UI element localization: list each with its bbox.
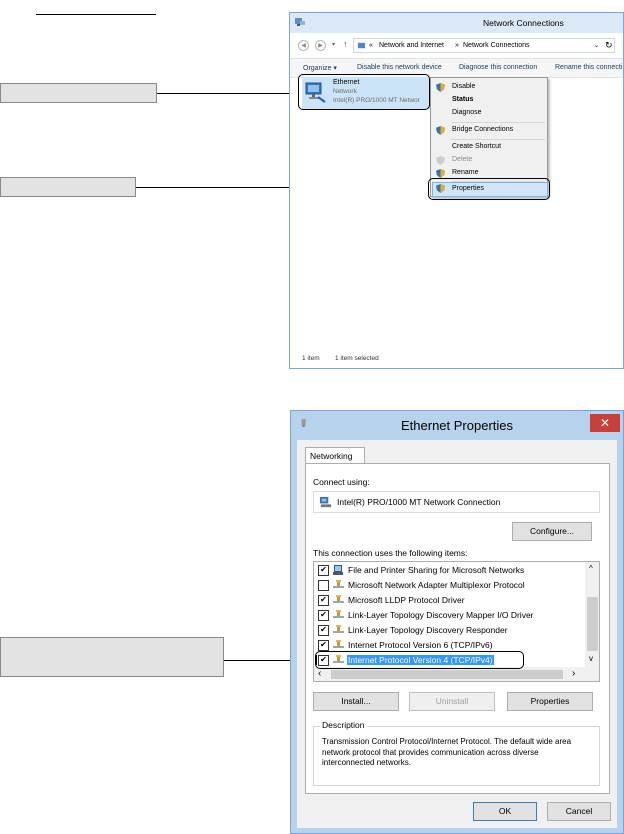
- scroll-right-icon[interactable]: ›: [572, 668, 575, 679]
- list-item[interactable]: ✔ File and Printer Sharing for Microsoft …: [314, 563, 584, 578]
- vertical-scrollbar[interactable]: ^ v: [585, 562, 599, 667]
- dialog-client-area: Networking Connect using: Intel(R) PRO/1…: [297, 440, 617, 828]
- shield-icon: [436, 126, 445, 135]
- diagnose-button[interactable]: Diagnose this connection: [459, 64, 537, 71]
- menu-item-disable[interactable]: Disable: [452, 83, 475, 90]
- list-item[interactable]: ✔ Microsoft LLDP Protocol Driver: [314, 593, 584, 608]
- item-label: Microsoft LLDP Protocol Driver: [348, 595, 465, 605]
- menu-item-bridge-connections[interactable]: Bridge Connections: [452, 126, 513, 133]
- header-underline: [36, 14, 156, 15]
- item-checkbox[interactable]: ✔: [318, 565, 329, 576]
- window-titlebar[interactable]: Network Connections: [290, 13, 623, 33]
- items-label: This connection uses the following items…: [313, 548, 468, 558]
- item-label: Link-Layer Topology Discovery Responder: [348, 625, 508, 635]
- close-button[interactable]: ✕: [590, 414, 620, 432]
- item-checkbox[interactable]: ✔: [318, 640, 329, 651]
- breadcrumb-sep-start: «: [369, 42, 373, 49]
- dialog-titlebar[interactable]: Ethernet Properties: [291, 411, 623, 439]
- network-component-icon: [333, 625, 344, 633]
- shield-icon: [436, 156, 445, 165]
- highlight-ring-properties: [428, 178, 550, 200]
- adapter-field: Intel(R) PRO/1000 MT Network Connection: [313, 491, 600, 513]
- properties-button[interactable]: Properties: [507, 692, 593, 711]
- shield-icon: [436, 83, 445, 92]
- network-component-icon: [333, 640, 344, 648]
- menu-item-delete[interactable]: Delete: [452, 156, 472, 163]
- tab-panel: Connect using: Intel(R) PRO/1000 MT Netw…: [305, 463, 610, 794]
- dropdown-chevron-icon[interactable]: ⌄: [594, 42, 599, 49]
- menu-item-create-shortcut[interactable]: Create Shortcut: [452, 143, 501, 150]
- item-label: Microsoft Network Adapter Multiplexor Pr…: [348, 580, 525, 590]
- forward-arrow-icon[interactable]: ▶: [315, 40, 326, 51]
- install-button[interactable]: Install...: [313, 692, 399, 711]
- file-printer-sharing-icon: [333, 565, 343, 575]
- callout-box-properties: [0, 177, 136, 197]
- callout-box-ipv4: [0, 637, 224, 677]
- item-checkbox[interactable]: ✔: [318, 625, 329, 636]
- callout-box-ethernet: [0, 83, 157, 103]
- selected-count: 1 item selected: [335, 355, 379, 362]
- scroll-left-icon[interactable]: ‹: [318, 668, 321, 679]
- item-label: Link-Layer Topology Discovery Mapper I/O…: [348, 610, 534, 620]
- highlight-ring-ethernet: [298, 74, 430, 110]
- item-count: 1 item: [302, 355, 320, 362]
- rename-connection-button[interactable]: Rename this connecti: [555, 64, 622, 71]
- menu-separator: [451, 139, 545, 140]
- list-item[interactable]: ✔ Link-Layer Topology Discovery Responder: [314, 623, 584, 638]
- uninstall-button[interactable]: Uninstall: [409, 692, 495, 711]
- scroll-up-icon[interactable]: ^: [589, 564, 593, 573]
- callout-line-ethernet: [157, 93, 299, 94]
- scroll-thumb[interactable]: [587, 597, 598, 651]
- up-arrow-icon[interactable]: ↑: [343, 39, 348, 49]
- address-field[interactable]: « Network and Internet » Network Connect…: [353, 38, 615, 53]
- breadcrumb-network-connections[interactable]: Network Connections: [463, 42, 530, 49]
- refresh-icon[interactable]: ↻: [605, 40, 613, 51]
- cancel-button[interactable]: Cancel: [547, 802, 611, 821]
- ethernet-properties-dialog: Ethernet Properties ✕ Networking Connect…: [290, 410, 624, 834]
- network-component-icon: [333, 580, 344, 588]
- description-text: Transmission Control Protocol/Internet P…: [322, 737, 572, 767]
- adapter-name: Intel(R) PRO/1000 MT Network Connection: [337, 497, 501, 507]
- tab-networking-label: Networking: [310, 451, 353, 461]
- configure-button[interactable]: Configure...: [512, 522, 592, 541]
- breadcrumb-network-internet[interactable]: Network and Internet: [379, 42, 444, 49]
- history-chevron-icon[interactable]: ▾: [332, 41, 335, 48]
- item-checkbox[interactable]: [318, 580, 329, 591]
- tab-networking[interactable]: Networking: [305, 447, 365, 464]
- ok-button[interactable]: OK: [473, 802, 537, 821]
- connect-using-label: Connect using:: [313, 477, 370, 487]
- network-adapter-icon: [319, 496, 332, 508]
- scroll-down-icon[interactable]: v: [589, 654, 593, 663]
- menu-item-status[interactable]: Status: [452, 96, 473, 103]
- organize-button[interactable]: Organize ▾: [303, 64, 337, 72]
- back-arrow-icon[interactable]: ◀: [298, 40, 309, 51]
- shield-icon: [436, 169, 445, 178]
- breadcrumb-sep: »: [455, 42, 459, 49]
- item-checkbox[interactable]: ✔: [318, 610, 329, 621]
- list-item[interactable]: ✔ Link-Layer Topology Discovery Mapper I/…: [314, 608, 584, 623]
- item-checkbox[interactable]: ✔: [318, 595, 329, 606]
- window-title: Network Connections: [483, 18, 564, 28]
- dialog-title: Ethernet Properties: [401, 418, 514, 433]
- network-component-icon: [333, 595, 344, 603]
- hscroll-thumb[interactable]: [331, 670, 563, 679]
- network-connections-icon: [295, 18, 305, 26]
- highlight-ring-ipv4: [315, 651, 524, 669]
- disable-device-button[interactable]: Disable this network device: [357, 64, 442, 71]
- status-bar: 1 item 1 item selected: [290, 351, 623, 368]
- menu-separator: [451, 122, 545, 123]
- item-label: Internet Protocol Version 6 (TCP/IPv6): [348, 640, 493, 650]
- network-component-icon: [333, 610, 344, 618]
- folder-network-icon: [357, 42, 366, 49]
- network-adapter-icon: [301, 419, 306, 427]
- address-bar: ◀ ▶ ▾ ↑ « Network and Internet » Network…: [290, 33, 623, 59]
- menu-item-diagnose[interactable]: Diagnose: [452, 109, 482, 116]
- list-item[interactable]: Microsoft Network Adapter Multiplexor Pr…: [314, 578, 584, 593]
- horizontal-scrollbar[interactable]: ‹ ›: [314, 667, 599, 681]
- menu-item-rename[interactable]: Rename: [452, 169, 478, 176]
- item-label: File and Printer Sharing for Microsoft N…: [348, 565, 525, 575]
- description-legend: Description: [320, 720, 367, 730]
